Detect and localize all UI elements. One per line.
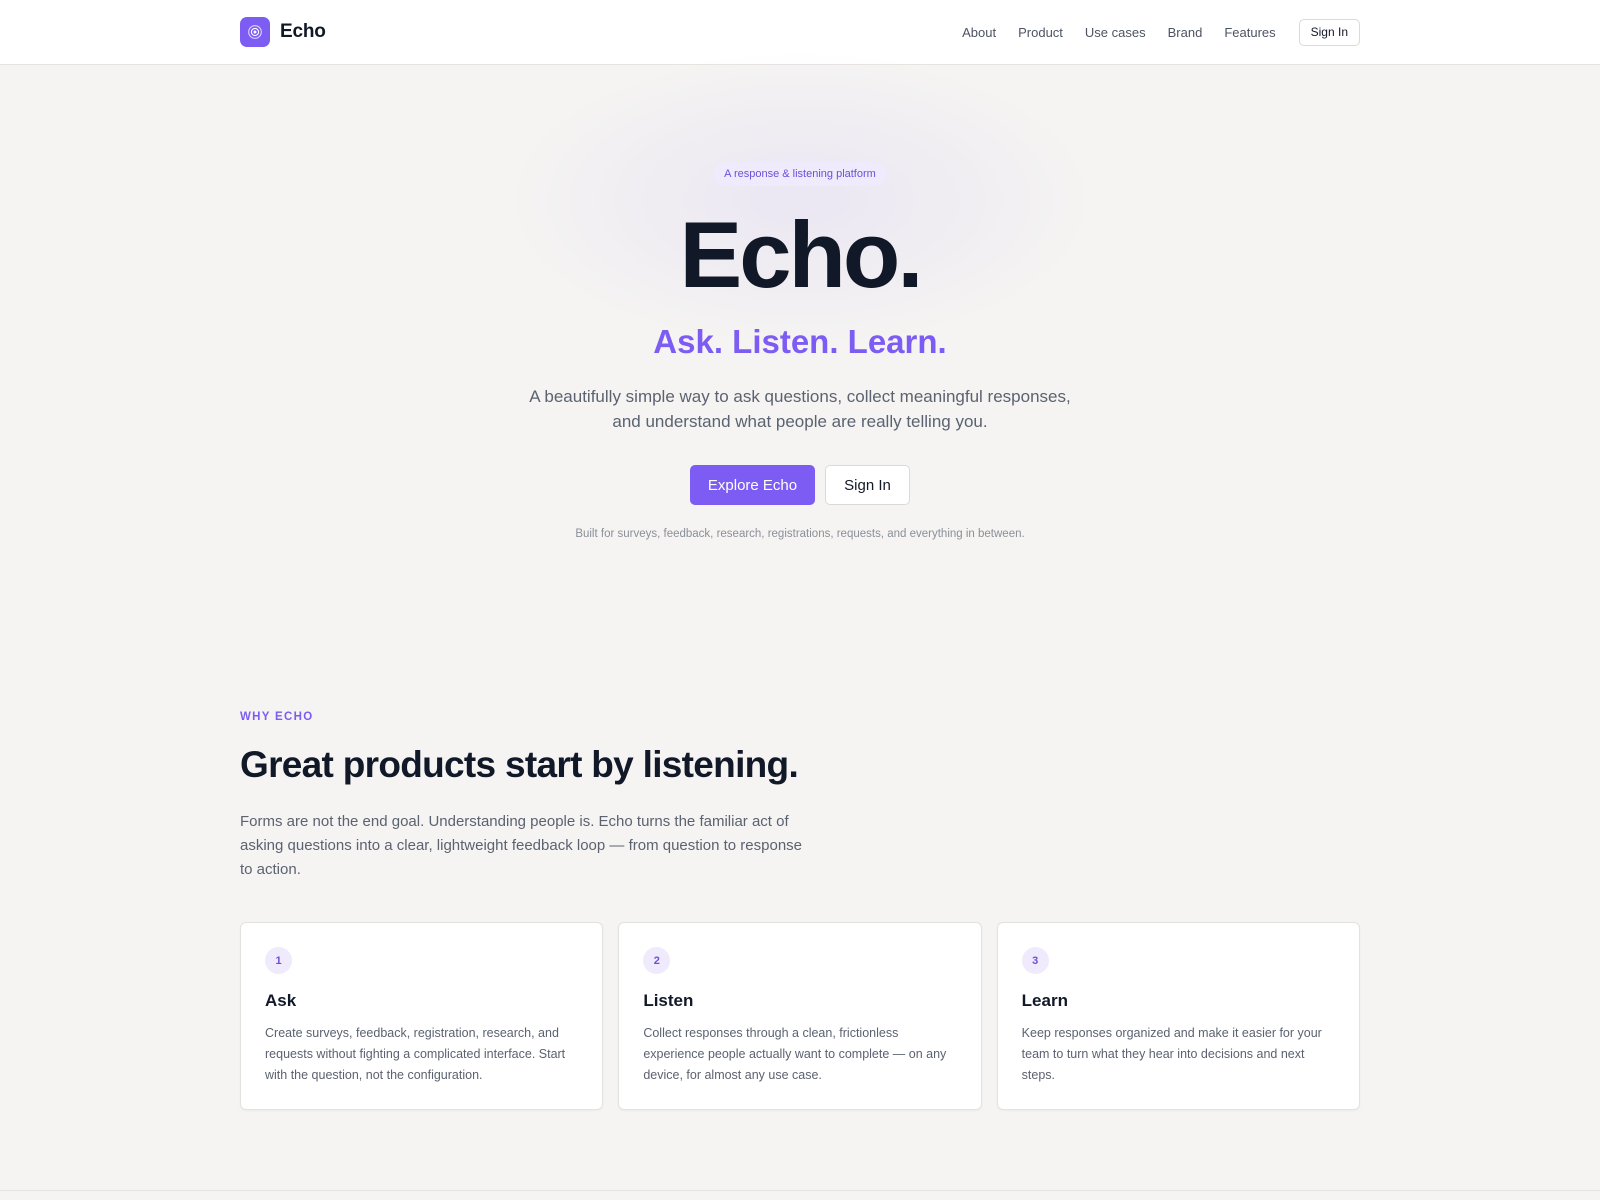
hero-description: A beautifully simple way to ask question… (529, 387, 1071, 431)
feature-card-title: Ask (265, 991, 297, 1010)
hero-tagline: Ask. Listen. Learn. (653, 323, 947, 360)
primary-nav: About Product Use cases Brand Features S… (962, 18, 1360, 46)
nav-link-brand[interactable]: Brand (1168, 25, 1203, 40)
hero-badge: A response & listening platform (713, 162, 887, 186)
feature-card-title: Listen (643, 991, 694, 1010)
nav-link-product[interactable]: Product (1018, 25, 1063, 40)
step-number-badge: 1 (265, 947, 292, 974)
feature-card-text: Collect responses through a clean, frict… (643, 1026, 947, 1082)
feature-cards: 1 Ask Create surveys, feedback, registra… (240, 922, 1360, 1110)
feature-card-ask: 1 Ask Create surveys, feedback, registra… (240, 922, 604, 1110)
page: Echo About Product Use cases Brand Featu… (0, 0, 1600, 1200)
hero-footnote: Built for surveys, feedback, research, r… (575, 528, 1025, 540)
nav-link-about[interactable]: About (962, 25, 996, 40)
step-number-badge: 2 (643, 947, 671, 974)
feature-card-title: Learn (1021, 991, 1068, 1010)
header-sign-in-button[interactable]: Sign In (1298, 18, 1360, 46)
feature-card-learn: 3 Learn Keep responses organized and mak… (996, 922, 1360, 1110)
section-eyebrow: WHY ECHO (240, 711, 314, 723)
explore-echo-button[interactable]: Explore Echo (690, 465, 815, 505)
nav-link-use-cases[interactable]: Use cases (1085, 25, 1146, 40)
hero-actions: Explore Echo Sign In (690, 465, 930, 505)
brand-name: Echo (280, 21, 326, 42)
section-title: Great products start by listening. (240, 744, 799, 785)
feature-card-text: Create surveys, feedback, registration, … (265, 1026, 566, 1082)
section-divider (0, 1190, 1600, 1200)
hero-title: Echo. (679, 202, 924, 307)
concentric-circles-icon (240, 17, 270, 47)
brand-logo-link[interactable]: Echo (240, 17, 326, 47)
nav-link-features[interactable]: Features (1224, 25, 1275, 40)
feature-card-listen: 2 Listen Collect responses through a cle… (618, 922, 982, 1110)
feature-card-text: Keep responses organized and make it eas… (1021, 1026, 1322, 1082)
section-description: Forms are not the end goal. Understandin… (240, 813, 803, 878)
step-number-badge: 3 (1021, 947, 1049, 974)
hero-sign-in-button[interactable]: Sign In (825, 465, 910, 505)
